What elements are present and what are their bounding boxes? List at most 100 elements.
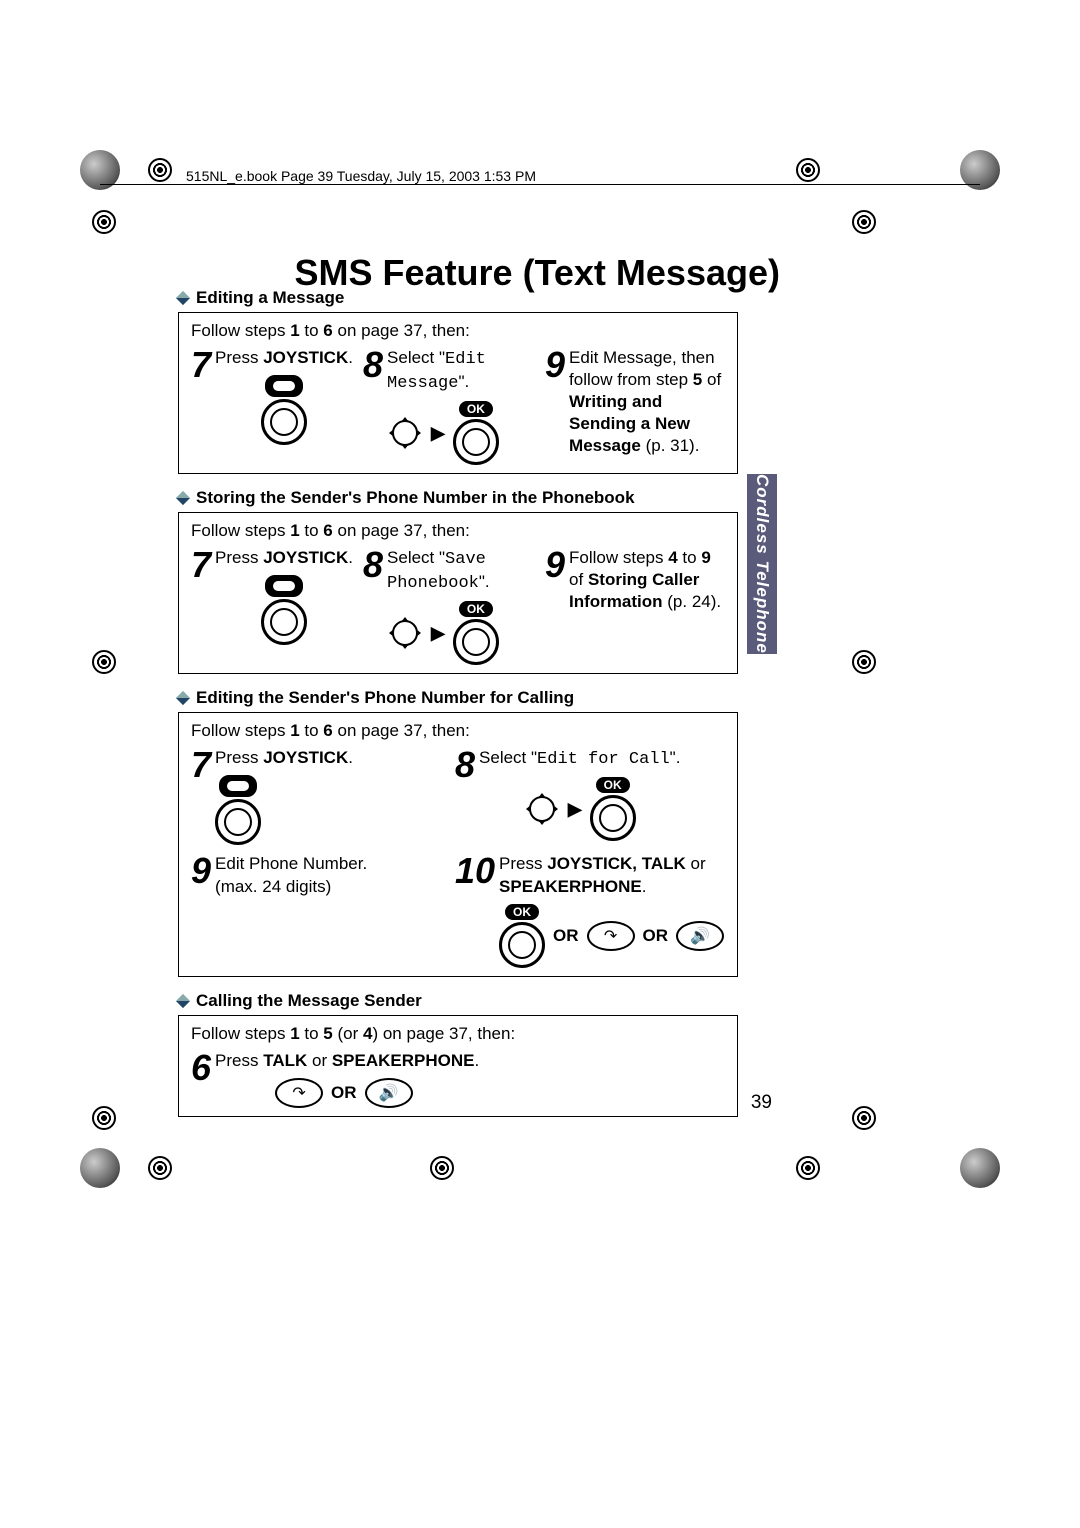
step-number: 7 (191, 347, 211, 383)
step-number: 10 (455, 853, 495, 889)
page: 515NL_e.book Page 39 Tuesday, July 15, 2… (0, 0, 1080, 1528)
ok-badge: OK (459, 401, 493, 417)
ok-or-keys: OK OR ↷ OR 🔊 (499, 904, 725, 968)
diamond-icon (176, 491, 190, 505)
diamond-icon (176, 691, 190, 705)
nav-ok-icon: ▶ OK (387, 601, 543, 665)
step-text: Follow steps 4 to 9 of Storing Caller In… (569, 547, 725, 613)
section-header-editcall: Editing the Sender's Phone Number for Ca… (178, 688, 738, 708)
section-box-edit: Follow steps 1 to 6 on page 37, then: 7 … (178, 312, 738, 474)
step-7: 7 Press JOYSTICK. (191, 747, 451, 845)
crop-mark (852, 210, 876, 234)
crop-mark (796, 158, 820, 182)
steps-row: 7 Press JOYSTICK. 8 Select "Save Phonebo… (191, 547, 725, 665)
arrow-right-icon: ▶ (568, 799, 582, 820)
crop-mark (852, 650, 876, 674)
step-8: 8 Select "Edit Message". ▶ OK (363, 347, 543, 465)
or-label: OR (553, 926, 579, 946)
step-text: Edit Message, then follow from step 5 of… (569, 347, 725, 457)
step-9: 9 Follow steps 4 to 9 of Storing Caller … (545, 547, 725, 665)
speakerphone-key-icon: 🔊 (365, 1078, 413, 1108)
intro-text: Follow steps 1 to 5 (or 4) on page 37, t… (191, 1024, 725, 1044)
section-header-store: Storing the Sender's Phone Number in the… (178, 488, 738, 508)
talk-key-icon: ↷ (275, 1078, 323, 1108)
step-text: Press JOYSTICK, TALK or SPEAKERPHONE. (499, 853, 725, 897)
diamond-icon (176, 291, 190, 305)
step-number: 9 (545, 347, 565, 383)
nav-ok-icon: ▶ OK (387, 401, 543, 465)
section-title: Editing a Message (196, 288, 344, 308)
step-number: 8 (363, 347, 383, 383)
section-header-edit: Editing a Message (178, 288, 738, 308)
step-text: Press JOYSTICK. (215, 347, 353, 369)
step-number: 9 (545, 547, 565, 583)
page-number: 39 (751, 1092, 772, 1114)
or-label: OR (331, 1083, 357, 1103)
step-text: Select "Edit for Call". (479, 747, 680, 771)
crop-ball (960, 1148, 1000, 1188)
section-title: Storing the Sender's Phone Number in the… (196, 488, 635, 508)
joystick-icon (215, 575, 353, 645)
header-underline (100, 184, 980, 185)
crop-ball (80, 1148, 120, 1188)
step-number: 8 (455, 747, 475, 783)
step-number: 7 (191, 547, 211, 583)
talk-key-icon: ↷ (587, 921, 635, 951)
step-9: 9 Edit Message, then follow from step 5 … (545, 347, 725, 465)
section-box-call: Follow steps 1 to 5 (or 4) on page 37, t… (178, 1015, 738, 1117)
nav-ok-icon: ▶ OK (479, 777, 680, 841)
ok-badge: OK (596, 777, 630, 793)
step-number: 6 (191, 1050, 211, 1086)
steps-row: 7 Press JOYSTICK. 8 Select "Edit Message… (191, 347, 725, 465)
step-8: 8 Select "Save Phonebook". ▶ OK (363, 547, 543, 665)
section-tab-label: Cordless Telephone (752, 474, 772, 654)
joystick-icon (215, 375, 353, 445)
crop-mark (148, 1156, 172, 1180)
section-box-editcall: Follow steps 1 to 6 on page 37, then: 7 … (178, 712, 738, 976)
ok-badge: OK (459, 601, 493, 617)
section-title: Calling the Message Sender (196, 991, 422, 1011)
step-10: 10 Press JOYSTICK, TALK or SPEAKERPHONE.… (455, 853, 725, 967)
ok-badge: OK (505, 904, 539, 920)
intro-text: Follow steps 1 to 6 on page 37, then: (191, 521, 725, 541)
diamond-icon (176, 994, 190, 1008)
step-number: 9 (191, 853, 211, 889)
step-8: 8 Select "Edit for Call". ▶ OK (455, 747, 725, 845)
step-text: Edit Phone Number. (max. 24 digits) (215, 853, 367, 897)
book-header: 515NL_e.book Page 39 Tuesday, July 15, 2… (186, 168, 536, 184)
or-label: OR (643, 926, 669, 946)
arrow-right-icon: ▶ (431, 623, 445, 644)
content-area: Editing a Message Follow steps 1 to 6 on… (178, 274, 738, 1117)
steps-row: 6 Press TALK or SPEAKERPHONE. ↷ OR 🔊 (191, 1050, 725, 1108)
intro-text: Follow steps 1 to 6 on page 37, then: (191, 321, 725, 341)
steps-row: 7 Press JOYSTICK. 8 Select "Edit for Cal… (191, 747, 725, 845)
intro-text: Follow steps 1 to 6 on page 37, then: (191, 721, 725, 741)
joystick-icon (215, 775, 353, 845)
section-box-store: Follow steps 1 to 6 on page 37, then: 7 … (178, 512, 738, 674)
step-text: Press JOYSTICK. (215, 547, 353, 569)
step-text: Select "Save Phonebook". (387, 547, 543, 595)
section-tab: Cordless Telephone (747, 474, 777, 654)
step-7: 7 Press JOYSTICK. (191, 547, 361, 665)
crop-mark (92, 650, 116, 674)
step-number: 8 (363, 547, 383, 583)
crop-mark (852, 1106, 876, 1130)
section-header-call: Calling the Message Sender (178, 991, 738, 1011)
arrow-right-icon: ▶ (431, 423, 445, 444)
crop-mark (92, 1106, 116, 1130)
step-9: 9 Edit Phone Number. (max. 24 digits) (191, 853, 451, 967)
crop-mark (92, 210, 116, 234)
section-title: Editing the Sender's Phone Number for Ca… (196, 688, 574, 708)
step-text: Press JOYSTICK. (215, 747, 353, 769)
crop-mark (796, 1156, 820, 1180)
step-6: 6 Press TALK or SPEAKERPHONE. ↷ OR 🔊 (191, 1050, 479, 1108)
speakerphone-key-icon: 🔊 (676, 921, 724, 951)
crop-mark (430, 1156, 454, 1180)
step-7: 7 Press JOYSTICK. (191, 347, 361, 465)
crop-mark (148, 158, 172, 182)
step-number: 7 (191, 747, 211, 783)
step-text: Select "Edit Message". (387, 347, 543, 395)
talk-or-speaker: ↷ OR 🔊 (275, 1078, 479, 1108)
steps-row: 9 Edit Phone Number. (max. 24 digits) 10… (191, 853, 725, 967)
step-text: Press TALK or SPEAKERPHONE. (215, 1050, 479, 1072)
